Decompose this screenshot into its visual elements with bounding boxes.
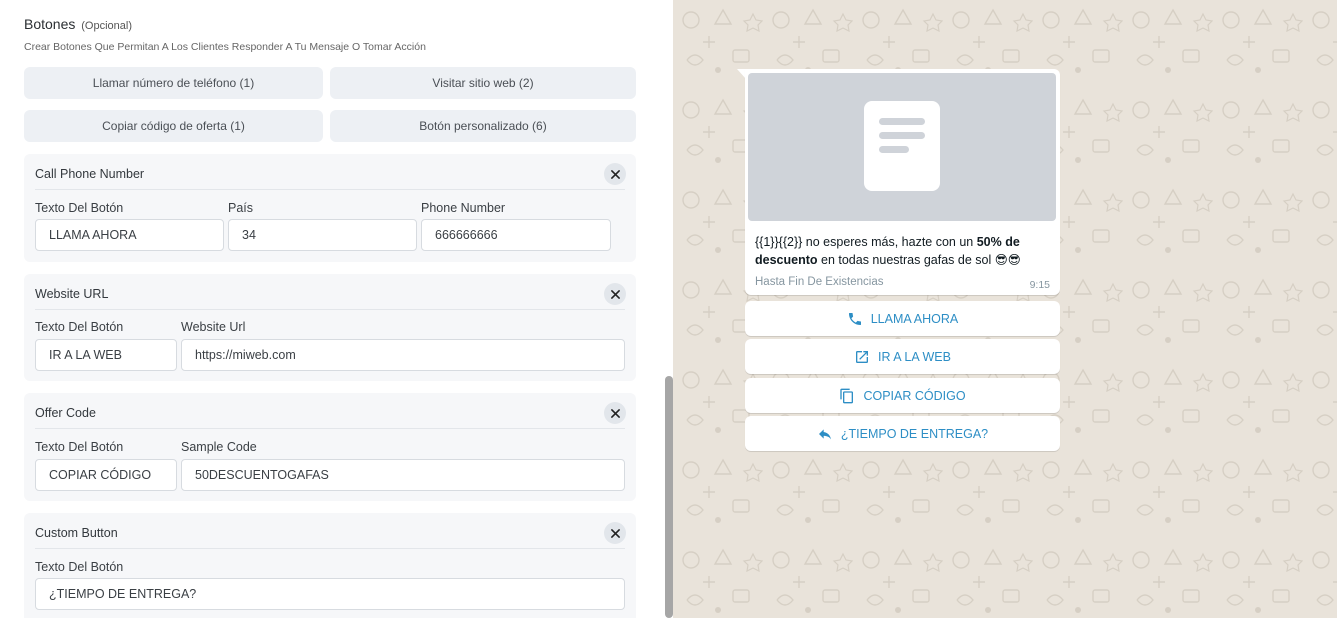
- divider: [35, 428, 625, 429]
- media-placeholder: [748, 73, 1056, 221]
- preview-copy-button[interactable]: COPIAR CÓDIGO: [745, 378, 1060, 413]
- scrollbar-thumb[interactable]: [665, 376, 673, 618]
- call-phone-card: Call Phone Number Texto Del Botón País P…: [24, 154, 636, 262]
- card-title: Website URL: [35, 287, 109, 301]
- phone-icon: [848, 312, 861, 325]
- preview-web-button[interactable]: IR A LA WEB: [745, 339, 1060, 374]
- remove-offer-button[interactable]: [604, 402, 626, 424]
- remove-website-button[interactable]: [604, 283, 626, 305]
- sample-code-input[interactable]: 50DESCUENTOGAFAS: [181, 459, 625, 491]
- phone-number-input[interactable]: 666666666: [421, 219, 611, 251]
- field-label: Texto Del Botón: [35, 440, 124, 454]
- offer-button-text-input[interactable]: COPIAR CÓDIGO: [35, 459, 177, 491]
- buttons-section-subtitle: Crear Botones Que Permitan A Los Cliente…: [24, 41, 426, 53]
- preview-button-label: LLAMA AHORA: [870, 311, 959, 326]
- website-url-card: Website URL Texto Del Botón Website Url …: [24, 274, 636, 381]
- add-visit-website-button[interactable]: Visitar sitio web (2): [330, 67, 636, 99]
- message-text: en todas nuestras gafas de sol: [817, 253, 995, 267]
- message-text: no esperes más, hazte con un: [802, 235, 977, 249]
- preview-reply-button[interactable]: ¿TIEMPO DE ENTREGA?: [745, 416, 1060, 451]
- field-label: Texto Del Botón: [35, 560, 124, 574]
- call-button-text-input[interactable]: LLAMA AHORA: [35, 219, 224, 251]
- buttons-section-title: Botones (Opcional): [24, 16, 132, 32]
- message-body: {{1}}{{2}} no esperes más, hazte con un …: [755, 233, 1055, 269]
- optional-label: (Opcional): [81, 20, 133, 32]
- website-url-input[interactable]: https://miweb.com: [181, 339, 625, 371]
- close-icon: [610, 528, 620, 538]
- card-title: Call Phone Number: [35, 167, 145, 181]
- field-label: Texto Del Botón: [35, 320, 124, 334]
- reply-icon: [818, 428, 831, 439]
- add-copy-offer-code-button[interactable]: Copiar código de oferta (1): [24, 110, 323, 142]
- preview-call-button[interactable]: LLAMA AHORA: [745, 301, 1060, 336]
- website-button-text-input[interactable]: IR A LA WEB: [35, 339, 177, 371]
- close-icon: [610, 289, 620, 299]
- preview-button-label: COPIAR CÓDIGO: [863, 388, 966, 403]
- divider: [35, 548, 625, 549]
- message-variables: {{1}}{{2}}: [755, 235, 803, 249]
- field-label: Sample Code: [181, 440, 257, 454]
- card-title: Custom Button: [35, 526, 118, 540]
- add-call-phone-button[interactable]: Llamar número de teléfono (1): [24, 67, 323, 99]
- country-code-input[interactable]: 34: [228, 219, 417, 251]
- message-footer: Hasta Fin De Existencias: [755, 276, 884, 288]
- custom-button-card: Custom Button Texto Del Botón ¿TIEMPO DE…: [24, 513, 636, 618]
- remove-call-button[interactable]: [604, 163, 626, 185]
- message-time: 9:15: [1029, 279, 1050, 291]
- add-custom-button[interactable]: Botón personalizado (6): [330, 110, 636, 142]
- field-label: Website Url: [181, 320, 246, 334]
- whatsapp-preview-panel: {{1}}{{2}} no esperes más, hazte con un …: [673, 0, 1337, 618]
- card-title: Offer Code: [35, 406, 96, 420]
- preview-button-label: ¿TIEMPO DE ENTREGA?: [840, 426, 989, 441]
- close-icon: [610, 169, 620, 179]
- buttons-title: Botones: [24, 16, 76, 32]
- divider: [35, 309, 625, 310]
- template-editor-panel: Botones (Opcional) Crear Botones Que Per…: [0, 0, 673, 618]
- remove-custom-button[interactable]: [604, 522, 626, 544]
- close-icon: [610, 408, 620, 418]
- document-icon: [864, 101, 940, 191]
- field-label: Phone Number: [421, 201, 506, 215]
- divider: [35, 189, 625, 190]
- message-bubble: {{1}}{{2}} no esperes más, hazte con un …: [745, 69, 1060, 295]
- external-link-icon: [856, 350, 869, 363]
- copy-icon: [840, 388, 854, 403]
- custom-button-text-input[interactable]: ¿TIEMPO DE ENTREGA?: [35, 578, 625, 610]
- offer-code-card: Offer Code Texto Del Botón Sample Code C…: [24, 393, 636, 501]
- field-label: Texto Del Botón: [35, 201, 124, 215]
- sunglasses-emoji: 😎😎: [994, 253, 1021, 267]
- preview-button-label: IR A LA WEB: [878, 349, 951, 364]
- field-label: País: [228, 201, 254, 215]
